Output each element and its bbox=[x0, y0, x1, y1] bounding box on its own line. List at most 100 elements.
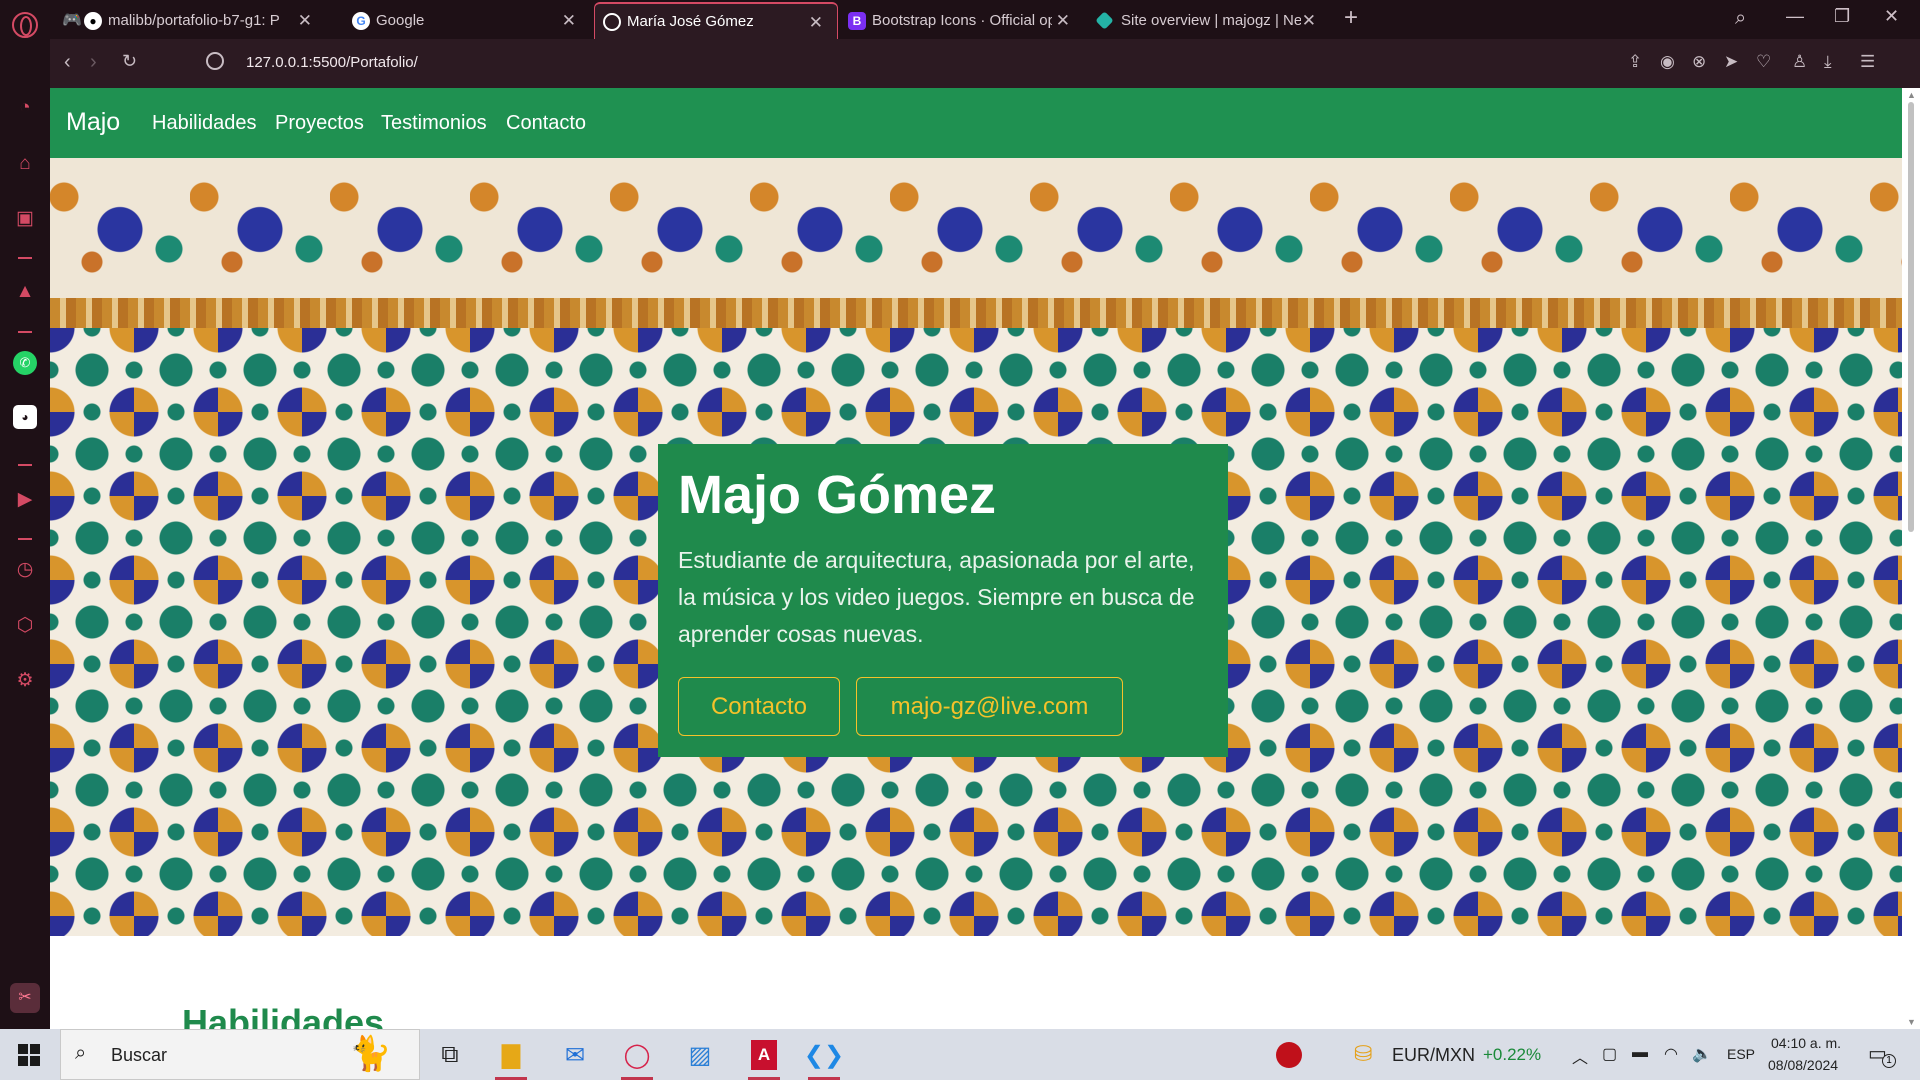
fx-pair-label[interactable]: EUR/MXN bbox=[1392, 1045, 1475, 1066]
new-tab-button[interactable]: + bbox=[1344, 4, 1358, 32]
close-tab-icon[interactable]: ✕ bbox=[1056, 11, 1070, 31]
opera-gx-icon[interactable]: ◯ bbox=[615, 1035, 659, 1080]
hero-tile-frieze-image bbox=[50, 158, 1902, 318]
minimize-icon[interactable]: — bbox=[1786, 6, 1804, 27]
history-icon[interactable]: ◷ bbox=[13, 558, 37, 582]
scroll-thumb[interactable] bbox=[1908, 102, 1914, 532]
send-icon[interactable]: ➤ bbox=[1724, 52, 1738, 72]
battery-icon[interactable]: ▬ bbox=[1632, 1044, 1648, 1062]
bookmark-heart-icon[interactable]: ♡ bbox=[1756, 52, 1771, 72]
vscode-icon[interactable]: ❮❯ bbox=[802, 1035, 846, 1080]
volume-icon[interactable]: 🔈 bbox=[1692, 1044, 1712, 1064]
search-icon: ⌕ bbox=[75, 1042, 87, 1064]
gx-corner-icon[interactable]: ▣ bbox=[13, 207, 37, 231]
wifi-icon[interactable]: ◠ bbox=[1664, 1044, 1678, 1064]
navbar-brand[interactable]: Majo bbox=[66, 108, 120, 137]
tab-maria-jose-gomez[interactable]: María José Gómez ✕ bbox=[594, 2, 838, 39]
snapshot-camera-icon[interactable]: ◉ bbox=[1660, 52, 1675, 72]
windows-taskbar: ⌕ Buscar 🐈 ⧉ ▇ ✉ ◯ ▨ A ❮❯ ⛁ EUR/MXN +0.2… bbox=[0, 1029, 1920, 1080]
hero-bio: Estudiante de arquitectura, apasionada p… bbox=[678, 547, 1195, 647]
tab-search-icon[interactable]: ⌕ bbox=[1735, 7, 1746, 30]
tab-title: Bootstrap Icons · Official op bbox=[872, 12, 1052, 29]
whatsapp-icon[interactable]: ✆ bbox=[13, 351, 37, 375]
settings-gear-icon[interactable]: ⚙ bbox=[13, 669, 37, 693]
back-icon[interactable]: ‹ bbox=[64, 51, 71, 74]
browser-tab-strip: 🎮 ● malibb/portafolio-b7-g1: P ✕ G Googl… bbox=[0, 0, 1920, 39]
close-tab-icon[interactable]: ✕ bbox=[298, 11, 312, 31]
tab-title: Site overview | majogz | Ne bbox=[1121, 12, 1301, 29]
mail-icon[interactable]: ✉ bbox=[553, 1035, 597, 1075]
url-field[interactable]: 127.0.0.1:5500/Portafolio/ bbox=[246, 54, 418, 71]
extensions-cube-icon[interactable]: ⬡ bbox=[13, 614, 37, 638]
tray-app-icon[interactable] bbox=[1276, 1042, 1302, 1068]
browser-sidebar: ◔ ⌂ ▣ ▲ ✆ ◕ ▶ ◷ ⬡ ⚙ ✂ ··· bbox=[0, 39, 50, 1054]
scroll-up-icon[interactable]: ▲ bbox=[1907, 90, 1916, 100]
sidebar-divider bbox=[18, 257, 32, 259]
globe-icon bbox=[603, 12, 621, 31]
github-icon: ● bbox=[84, 11, 102, 30]
aria-icon[interactable]: ▲ bbox=[13, 280, 37, 304]
file-explorer-icon[interactable]: ▇ bbox=[489, 1035, 533, 1080]
windows-start-icon[interactable] bbox=[18, 1044, 40, 1066]
share-icon[interactable]: ⇪ bbox=[1628, 52, 1642, 72]
task-view-icon[interactable]: ⧉ bbox=[428, 1035, 472, 1075]
address-bar-row: ‹ › ↻ 127.0.0.1:5500/Portafolio/ ⇪ ◉ ⊗ ➤… bbox=[50, 39, 1920, 88]
page-viewport: Majo Habilidades Proyectos Testimonios C… bbox=[50, 88, 1902, 1029]
restore-icon[interactable]: ❐ bbox=[1834, 6, 1850, 27]
section-heading-habilidades: Habilidades bbox=[182, 1002, 385, 1029]
fx-change-label[interactable]: +0.22% bbox=[1483, 1045, 1541, 1065]
hero-title: Majo Gómez bbox=[678, 465, 997, 525]
nav-link-proyectos[interactable]: Proyectos bbox=[275, 112, 364, 135]
tab-google[interactable]: G Google ✕ bbox=[352, 2, 590, 39]
email-button[interactable]: majo-gz@live.com bbox=[856, 677, 1123, 736]
close-window-icon[interactable]: ✕ bbox=[1884, 6, 1899, 27]
close-tab-icon[interactable]: ✕ bbox=[809, 13, 823, 33]
scroll-down-icon[interactable]: ▼ bbox=[1907, 1017, 1916, 1027]
autocad-icon[interactable]: A bbox=[742, 1035, 786, 1080]
nav-link-contacto[interactable]: Contacto bbox=[506, 112, 586, 135]
search-placeholder: Buscar bbox=[111, 1045, 168, 1065]
account-icon[interactable]: ♙ bbox=[1792, 52, 1807, 72]
speed-dial-icon[interactable]: ◔ bbox=[13, 96, 37, 120]
discord-icon[interactable]: ◕ bbox=[13, 405, 37, 429]
sidebar-divider bbox=[18, 331, 32, 333]
player-icon[interactable]: ▶ bbox=[13, 488, 37, 512]
tab-title: María José Gómez bbox=[627, 13, 754, 30]
tab-github[interactable]: ● malibb/portafolio-b7-g1: P ✕ bbox=[84, 2, 326, 39]
currency-widget-icon[interactable]: ⛁ bbox=[1354, 1041, 1372, 1067]
close-tab-icon[interactable]: ✕ bbox=[1302, 11, 1316, 31]
nav-link-testimonios[interactable]: Testimonios bbox=[381, 112, 487, 135]
opera-logo-icon[interactable] bbox=[12, 12, 38, 38]
tab-bootstrap-icons[interactable]: B Bootstrap Icons · Official op ✕ bbox=[848, 2, 1084, 39]
sidebar-divider bbox=[18, 464, 32, 466]
page-scrollbar[interactable]: ▲ ▼ bbox=[1902, 88, 1920, 1029]
clock-time[interactable]: 04:10 a. m. bbox=[1771, 1035, 1841, 1051]
forward-icon[interactable]: › bbox=[90, 51, 97, 74]
tray-device-icon[interactable]: ▢ bbox=[1602, 1044, 1617, 1064]
tray-overflow-chevron-icon[interactable]: ︿ bbox=[1572, 1044, 1588, 1068]
gx-control-icon[interactable]: 🎮 bbox=[62, 10, 82, 30]
pinned-tool-icon[interactable]: ✂ bbox=[10, 983, 40, 1013]
bag-icon[interactable]: ⌂ bbox=[13, 152, 37, 176]
tab-title: malibb/portafolio-b7-g1: P bbox=[108, 12, 280, 29]
nav-link-habilidades[interactable]: Habilidades bbox=[152, 112, 257, 135]
hero-section: Majo Gómez Estudiante de arquitectura, a… bbox=[50, 158, 1902, 936]
downloads-icon[interactable]: ⤓ bbox=[1824, 52, 1832, 72]
close-tab-icon[interactable]: ✕ bbox=[562, 11, 576, 31]
photos-icon[interactable]: ▨ bbox=[678, 1035, 722, 1075]
hero-tile-band-image bbox=[50, 298, 1902, 328]
site-info-icon[interactable] bbox=[206, 52, 224, 70]
input-language[interactable]: ESP bbox=[1727, 1046, 1755, 1062]
contact-button[interactable]: Contacto bbox=[678, 677, 840, 736]
tab-title: Google bbox=[376, 12, 425, 29]
clock-date[interactable]: 08/08/2024 bbox=[1768, 1057, 1838, 1073]
adblock-icon[interactable]: ⊗ bbox=[1692, 52, 1706, 72]
taskbar-search-box[interactable]: ⌕ Buscar 🐈 bbox=[60, 1029, 420, 1080]
google-icon: G bbox=[352, 11, 370, 30]
hero-card: Majo Gómez Estudiante de arquitectura, a… bbox=[658, 444, 1228, 757]
tab-netlify[interactable]: Site overview | majogz | Ne ✕ bbox=[1095, 2, 1330, 39]
netlify-icon bbox=[1095, 11, 1114, 30]
reload-icon[interactable]: ↻ bbox=[122, 51, 137, 72]
sidebar-divider bbox=[18, 538, 32, 540]
easy-setup-icon[interactable]: ☰ bbox=[1860, 52, 1875, 72]
